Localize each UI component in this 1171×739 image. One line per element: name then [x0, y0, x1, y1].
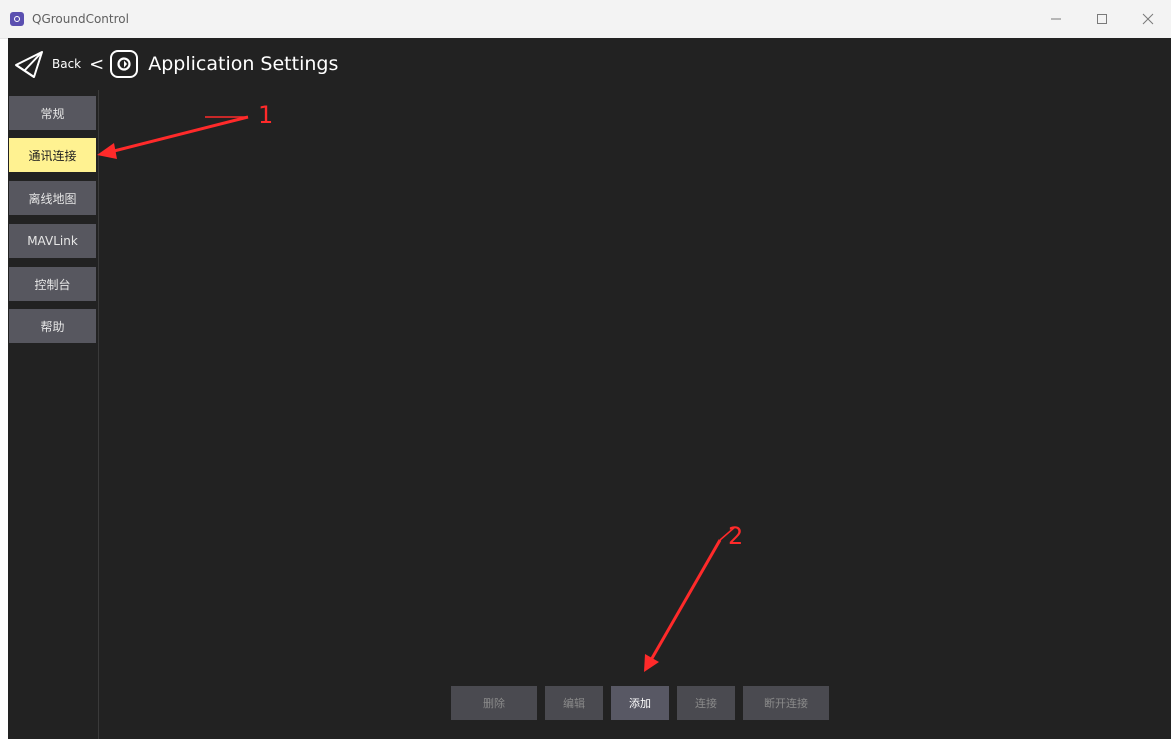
settings-sidebar: 常规 通讯连接 离线地图 MAVLink 控制台 帮助	[8, 90, 99, 739]
link-actions-bar: 删除 编辑 添加 连接 断开连接	[451, 686, 829, 720]
sidebar-item-comm-links[interactable]: 通讯连接	[9, 138, 96, 172]
qgc-logo-icon	[110, 50, 139, 78]
delete-button[interactable]: 删除	[451, 686, 537, 720]
edit-button[interactable]: 编辑	[545, 686, 603, 720]
annotation-number-1: 1	[258, 101, 274, 129]
connect-button[interactable]: 连接	[677, 686, 735, 720]
minimize-icon[interactable]	[1033, 0, 1079, 38]
add-button[interactable]: 添加	[611, 686, 669, 720]
sidebar-item-help[interactable]: 帮助	[9, 309, 96, 343]
sidebar-item-mavlink[interactable]: MAVLink	[9, 224, 96, 258]
window-titlebar: QGroundControl	[0, 0, 1171, 39]
app-area: Back < Application Settings 常规 通讯连接 离线地图…	[8, 38, 1171, 739]
annotation-number-2: 2	[728, 522, 744, 550]
disconnect-button[interactable]: 断开连接	[743, 686, 829, 720]
sidebar-item-offline-maps[interactable]: 离线地图	[9, 181, 96, 215]
back-button[interactable]: Back	[52, 57, 81, 71]
settings-toolbar: Back < Application Settings	[8, 38, 1171, 90]
sidebar-item-console[interactable]: 控制台	[9, 267, 96, 301]
window-controls	[1033, 0, 1171, 38]
paper-plane-icon[interactable]	[12, 47, 46, 81]
breadcrumb-separator: <	[89, 53, 105, 75]
sidebar-item-general[interactable]: 常规	[9, 96, 96, 130]
window-title: QGroundControl	[32, 12, 129, 26]
page-title: Application Settings	[148, 53, 339, 75]
qgroundcontrol-app-icon	[10, 12, 24, 26]
close-icon[interactable]	[1125, 0, 1171, 38]
maximize-icon[interactable]	[1079, 0, 1125, 38]
